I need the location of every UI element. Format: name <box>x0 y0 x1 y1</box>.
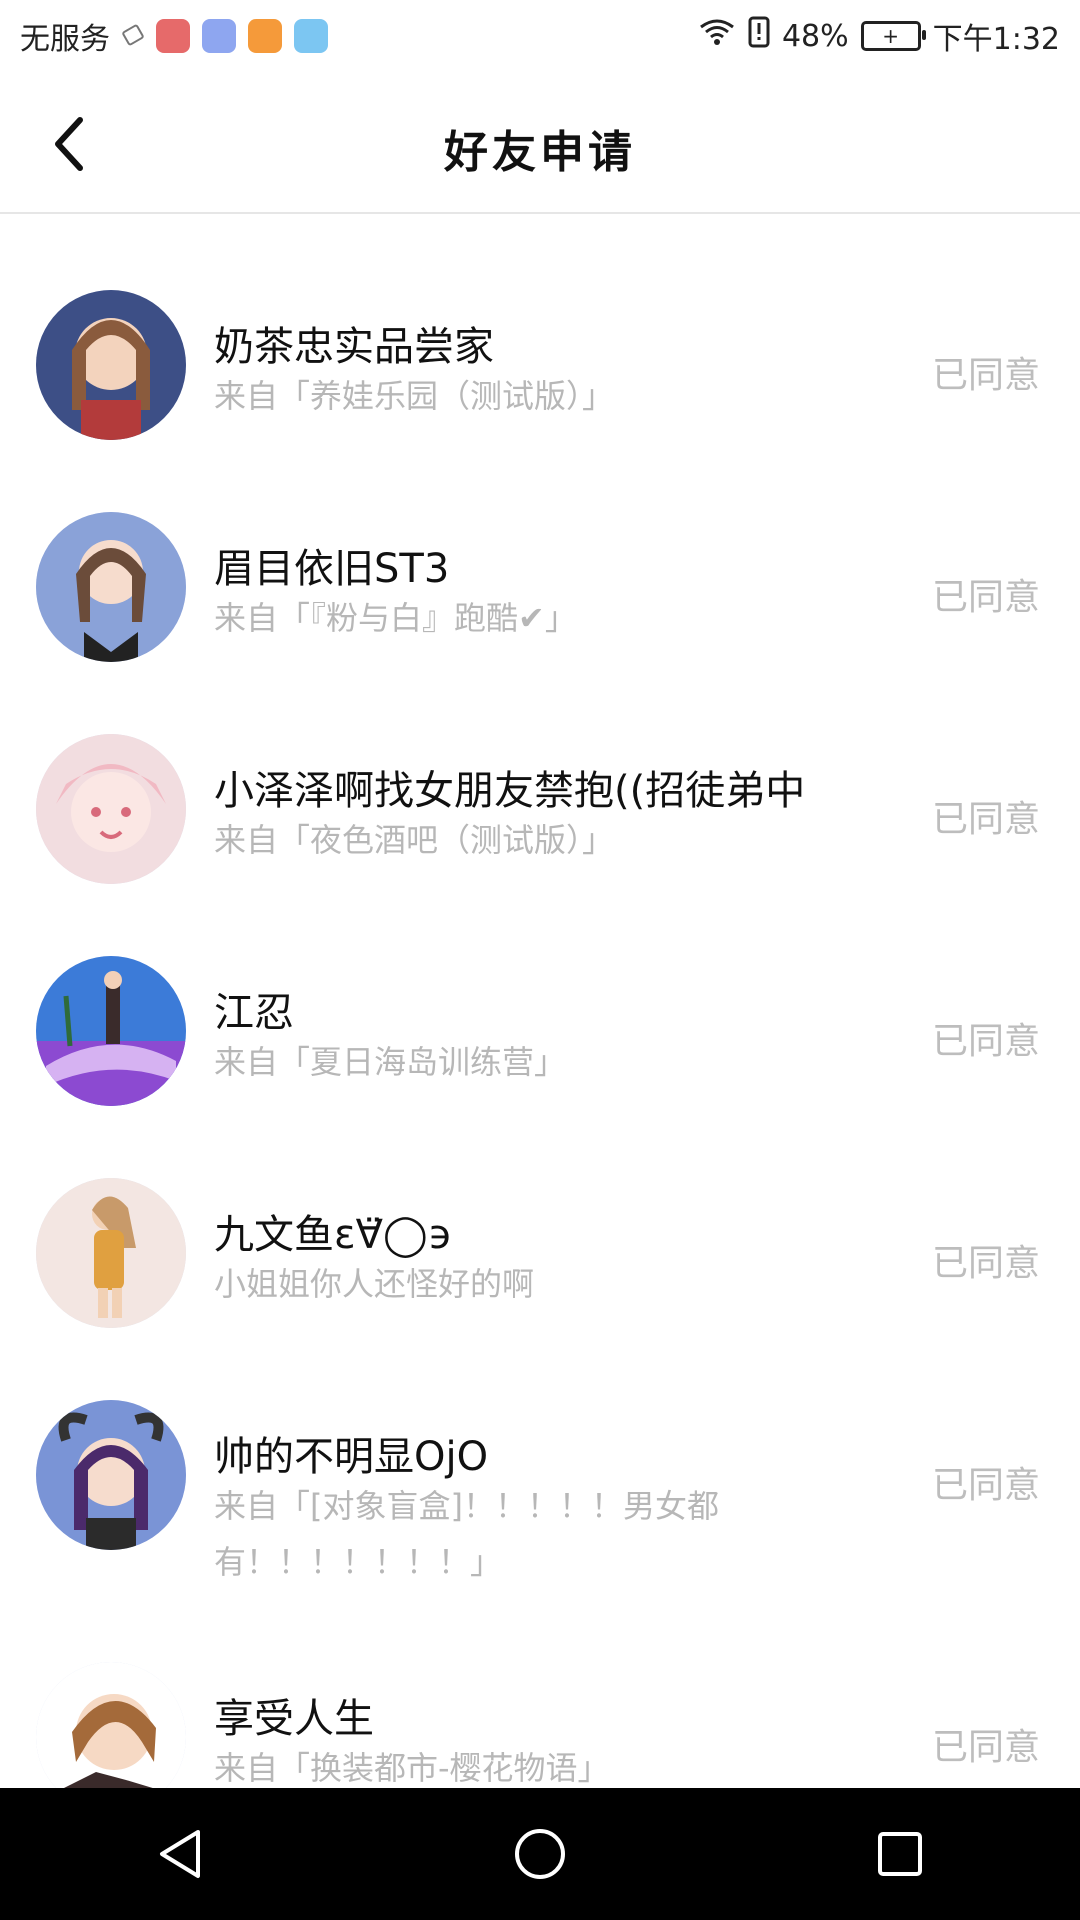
wifi-icon <box>698 17 736 55</box>
request-source: 来自「『粉与白』跑酷✔」 <box>214 599 577 637</box>
request-item[interactable]: 小泽泽啊找女朋友禁抱((招徒弟中 来自「夜色酒吧（测试版）」 已同意 <box>0 660 1080 884</box>
video-app-icon <box>248 19 282 53</box>
requester-name: 奶茶忠实品尝家 <box>214 324 494 370</box>
requester-name: 帅的不明显OjO <box>214 1434 489 1480</box>
request-item[interactable]: 帅的不明显OjO 来自「[对象盲盒]！！！！！男女都有！！！！！！！」 已同意 <box>0 1326 1080 1588</box>
request-item[interactable]: 九文鱼ε∀̈◯϶ 小姐姐你人还怪好的啊 已同意 <box>0 1104 1080 1328</box>
nav-home-icon[interactable] <box>495 1809 585 1899</box>
system-navigation-bar <box>0 1788 1080 1920</box>
status-label: 已同意 <box>931 1727 1040 1768</box>
avatar[interactable] <box>36 1400 186 1550</box>
status-label: 已同意 <box>931 1243 1040 1284</box>
request-source: 小姐姐你人还怪好的啊 <box>214 1265 535 1303</box>
requester-name: 九文鱼ε∀̈◯϶ <box>214 1212 453 1258</box>
request-item[interactable]: 眉目依旧ST3 来自「『粉与白』跑酷✔」 已同意 <box>0 438 1080 662</box>
avatar[interactable] <box>36 512 186 662</box>
avatar[interactable] <box>36 734 186 884</box>
nav-back-icon[interactable] <box>135 1809 225 1899</box>
requester-name: 享受人生 <box>214 1696 374 1742</box>
status-right: 48% + 下午1:32 <box>698 14 1060 58</box>
page-title: 好友申请 <box>444 127 636 178</box>
requester-name: 江忍 <box>214 990 294 1036</box>
status-label: 已同意 <box>931 577 1040 618</box>
status-left: 无服务 <box>20 14 328 58</box>
avatar[interactable] <box>36 1178 186 1328</box>
avatar[interactable] <box>36 1662 186 1788</box>
title-bar: 好友申请 <box>0 72 1080 214</box>
requester-name: 小泽泽啊找女朋友禁抱((招徒弟中 <box>214 768 806 814</box>
battery-percent: 48% <box>781 18 849 54</box>
request-item[interactable]: 享受人生 来自「换装都市-樱花物语」 已同意 <box>0 1588 1080 1788</box>
nav-recents-icon[interactable] <box>855 1809 945 1899</box>
avatar[interactable] <box>36 290 186 440</box>
music-app-icon <box>202 19 236 53</box>
requester-name: 眉目依旧ST3 <box>214 546 450 592</box>
request-source: 来自「[对象盲盒]！！！！！男女都有！！！！！！！」 <box>214 1487 719 1581</box>
friend-request-list[interactable]: 奶茶忠实品尝家 来自「养娃乐园（测试版）」 已同意 眉目依旧ST3 来自「『粉与… <box>0 216 1080 1788</box>
battery-icon: + <box>860 21 926 51</box>
request-source: 来自「夜色酒吧（测试版）」 <box>214 821 615 859</box>
status-label: 已同意 <box>931 355 1040 396</box>
app-icon-red <box>156 19 190 53</box>
alert-icon <box>748 16 770 56</box>
sim-icon <box>122 19 144 54</box>
clock: 下午1:32 <box>932 22 1060 57</box>
status-label: 已同意 <box>931 1021 1040 1062</box>
request-item[interactable]: 奶茶忠实品尝家 来自「养娃乐园（测试版）」 已同意 <box>0 216 1080 440</box>
status-bar: 无服务 48% + 下午1:32 <box>0 0 1080 72</box>
request-item[interactable]: 江忍 来自「夏日海岛训练营」 已同意 <box>0 882 1080 1106</box>
avatar[interactable] <box>36 956 186 1106</box>
request-source: 来自「夏日海岛训练营」 <box>214 1043 567 1081</box>
status-label: 已同意 <box>931 1465 1040 1506</box>
status-label: 已同意 <box>931 799 1040 840</box>
request-source: 来自「换装都市-樱花物语」 <box>214 1749 610 1787</box>
browser-app-icon <box>294 19 328 53</box>
request-source: 来自「养娃乐园（测试版）」 <box>214 377 615 415</box>
carrier-text: 无服务 <box>20 22 110 57</box>
